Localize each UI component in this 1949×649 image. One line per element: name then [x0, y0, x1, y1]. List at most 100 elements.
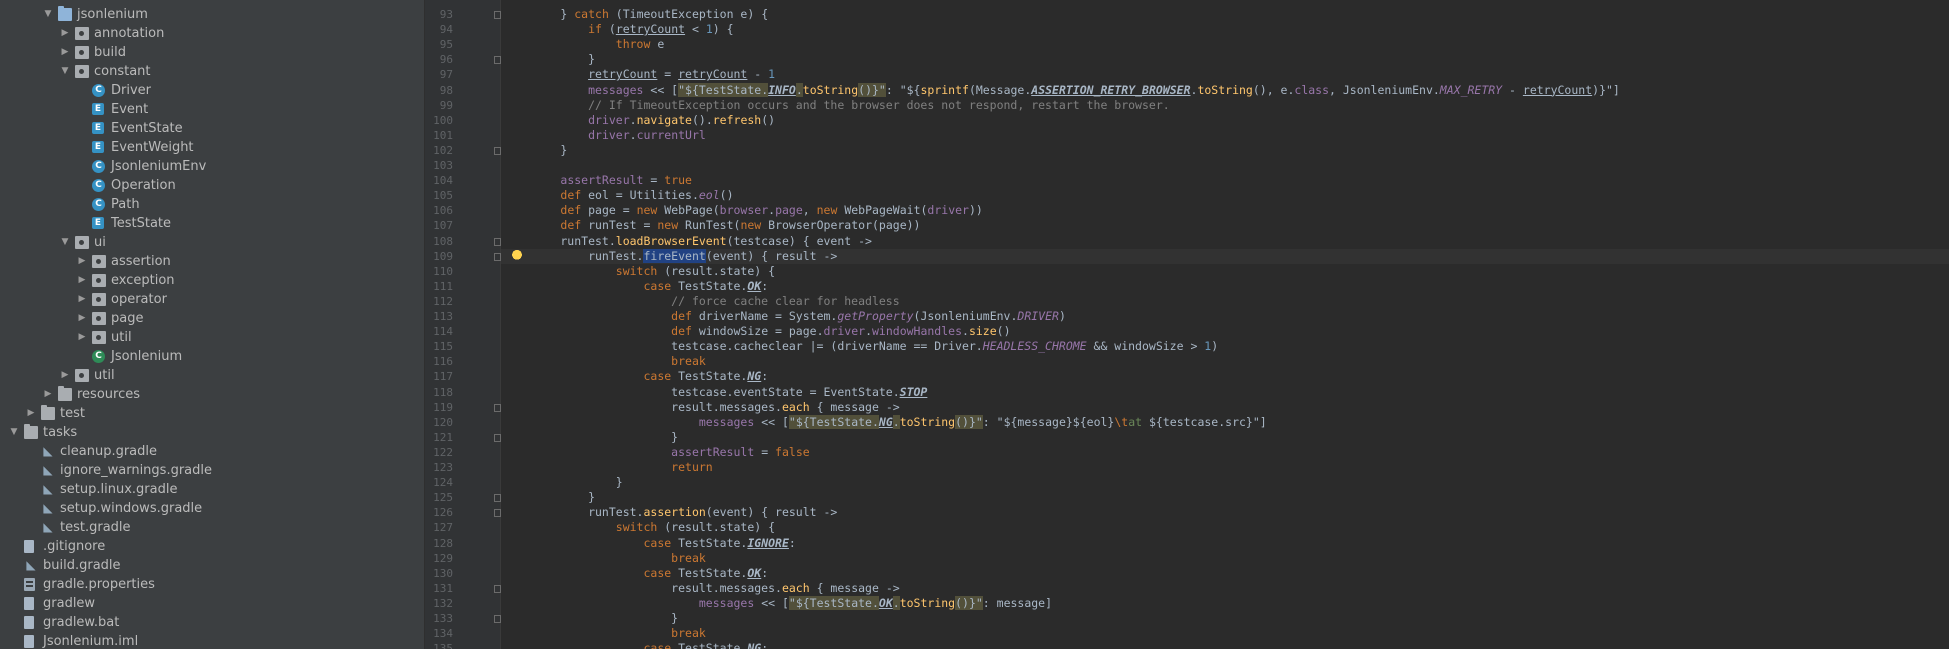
code-line[interactable]: break: [505, 354, 706, 369]
tree-item[interactable]: ▶ page: [0, 309, 424, 328]
code-line[interactable]: runTest.assertion(event) { result ->: [505, 505, 837, 520]
tree-item[interactable]: ◣ ignore_warnings.gradle: [0, 461, 424, 480]
code-line[interactable]: testcase.cacheclear |= (driverName == Dr…: [505, 339, 1218, 354]
code-line[interactable]: result.messages.each { message ->: [505, 581, 900, 596]
tree-item[interactable]: gradle.properties: [0, 575, 424, 594]
code-line[interactable]: messages << ["${TestState.NG.toString()}…: [505, 414, 1267, 430]
tree-item[interactable]: ▼ jsonlenium: [0, 5, 424, 24]
expand-arrow-right-icon[interactable]: ▶: [25, 404, 37, 423]
tree-item[interactable]: E EventWeight: [0, 138, 424, 157]
code-line[interactable]: def driverName = System.getProperty(Json…: [505, 309, 1066, 324]
code-line[interactable]: return: [505, 460, 713, 475]
expand-arrow-right-icon[interactable]: ▶: [59, 24, 71, 43]
tree-item[interactable]: C JsonleniumEnv: [0, 157, 424, 176]
code-line[interactable]: case TestState.NG:: [505, 369, 768, 384]
code-line[interactable]: def windowSize = page.driver.windowHandl…: [505, 324, 1010, 339]
fold-marker-icon[interactable]: [494, 56, 501, 65]
fold-marker-icon[interactable]: [494, 494, 501, 503]
code-line[interactable]: case TestState.NG:: [505, 641, 768, 649]
code-line[interactable]: case TestState.IGNORE:: [505, 536, 795, 551]
tree-item[interactable]: gradlew: [0, 594, 424, 613]
expand-arrow-right-icon[interactable]: ▶: [59, 43, 71, 62]
code-line[interactable]: switch (result.state) {: [505, 520, 775, 535]
code-line[interactable]: assertResult = false: [505, 445, 810, 460]
code-line[interactable]: break: [505, 626, 706, 641]
tree-item[interactable]: C Operation: [0, 176, 424, 195]
code-line[interactable]: break: [505, 551, 706, 566]
fold-marker-icon[interactable]: [494, 509, 501, 518]
tree-item[interactable]: ▶ resources: [0, 385, 424, 404]
code-editor[interactable]: 93 94 95 96 97 98 99 100 101 102 103 104 105 106 107 10…: [425, 0, 1949, 649]
code-line[interactable]: } catch (TimeoutException e) {: [505, 7, 768, 22]
code-line[interactable]: if (retryCount < 1) {: [505, 22, 733, 37]
fold-marker-icon[interactable]: [494, 584, 501, 593]
tree-item[interactable]: C Jsonlenium: [0, 347, 424, 366]
code-line[interactable]: }: [505, 143, 567, 158]
code-line[interactable]: // If TimeoutException occurs and the br…: [505, 98, 1170, 113]
code-line[interactable]: driver.navigate().refresh(): [505, 113, 775, 128]
tree-item[interactable]: C Path: [0, 195, 424, 214]
tree-item[interactable]: ▼ tasks: [0, 423, 424, 442]
tree-item[interactable]: ◣ setup.linux.gradle: [0, 480, 424, 499]
fold-marker-icon[interactable]: [494, 433, 501, 442]
code-line[interactable]: def runTest = new RunTest(new BrowserOpe…: [505, 218, 920, 233]
fold-marker-icon[interactable]: [494, 252, 501, 261]
tree-item[interactable]: ▶ test: [0, 404, 424, 423]
expand-arrow-right-icon[interactable]: ▶: [76, 290, 88, 309]
code-line[interactable]: def page = new WebPage(browser.page, new…: [505, 203, 982, 218]
expand-arrow-right-icon[interactable]: ▶: [76, 271, 88, 290]
expand-arrow-down-icon[interactable]: ▼: [42, 5, 54, 24]
code-line[interactable]: }: [505, 475, 623, 490]
expand-arrow-right-icon[interactable]: ▶: [59, 366, 71, 385]
tree-item[interactable]: ◣ setup.windows.gradle: [0, 499, 424, 518]
tree-item[interactable]: ◣ cleanup.gradle: [0, 442, 424, 461]
fold-marker-icon[interactable]: [494, 11, 501, 19]
code-line[interactable]: testcase.eventState = EventState.STOP: [505, 385, 927, 400]
expand-arrow-right-icon[interactable]: ▶: [42, 385, 54, 404]
expand-arrow-right-icon[interactable]: ▶: [76, 328, 88, 347]
code-line[interactable]: }: [505, 52, 595, 67]
code-line[interactable]: // force cache clear for headless: [505, 294, 899, 309]
code-line[interactable]: messages << ["${TestState.OK.toString()}…: [505, 595, 1052, 611]
code-line[interactable]: messages << ["${TestState.INFO.toString(…: [505, 82, 1620, 98]
expand-arrow-down-icon[interactable]: ▼: [59, 62, 71, 81]
tree-item[interactable]: gradlew.bat: [0, 613, 424, 632]
tree-item[interactable]: ▶ annotation: [0, 24, 424, 43]
tree-item[interactable]: ▼ ui: [0, 233, 424, 252]
code-line[interactable]: retryCount = retryCount - 1: [505, 67, 775, 82]
code-line[interactable]: throw e: [505, 37, 664, 52]
code-line[interactable]: }: [505, 611, 678, 626]
tree-item[interactable]: E EventState: [0, 119, 424, 138]
tree-item[interactable]: .gitignore: [0, 537, 424, 556]
code-line[interactable]: }: [505, 430, 678, 445]
code-line[interactable]: result.messages.each { message ->: [505, 400, 900, 415]
expand-arrow-right-icon[interactable]: ▶: [76, 309, 88, 328]
tree-item[interactable]: E Event: [0, 100, 424, 119]
tree-item[interactable]: ▶ operator: [0, 290, 424, 309]
code-line[interactable]: case TestState.OK:: [505, 566, 768, 581]
code-line[interactable]: def eol = Utilities.eol(): [505, 188, 733, 203]
expand-arrow-right-icon[interactable]: ▶: [76, 252, 88, 271]
fold-marker-icon[interactable]: [494, 146, 501, 155]
fold-marker-icon[interactable]: [494, 615, 501, 623]
fold-marker-icon[interactable]: [494, 403, 501, 412]
tree-item[interactable]: ◣ test.gradle: [0, 518, 424, 537]
expand-arrow-down-icon[interactable]: ▼: [8, 423, 20, 442]
tree-item[interactable]: ▶ assertion: [0, 252, 424, 271]
code-line[interactable]: case TestState.OK:: [505, 279, 768, 294]
code-line[interactable]: }: [505, 490, 595, 505]
tree-item[interactable]: Jsonlenium.iml: [0, 632, 424, 649]
code-line[interactable]: switch (result.state) {: [505, 264, 775, 279]
tree-item[interactable]: ▶ util: [0, 366, 424, 385]
code-line[interactable]: runTest.loadBrowserEvent(testcase) { eve…: [505, 234, 872, 249]
tree-item[interactable]: ▶ build: [0, 43, 424, 62]
tree-item[interactable]: C Driver: [0, 81, 424, 100]
tree-item[interactable]: E TestState: [0, 214, 424, 233]
code-line[interactable]: runTest.fireEvent(event) { result ->: [505, 248, 837, 264]
code-line[interactable]: driver.currentUrl: [505, 128, 706, 143]
fold-marker-icon[interactable]: [494, 237, 501, 246]
tree-item[interactable]: ▶ util: [0, 328, 424, 347]
tree-item[interactable]: ▼ constant: [0, 62, 424, 81]
tree-item[interactable]: ▶ exception: [0, 271, 424, 290]
code-line[interactable]: assertResult = true: [505, 173, 692, 188]
